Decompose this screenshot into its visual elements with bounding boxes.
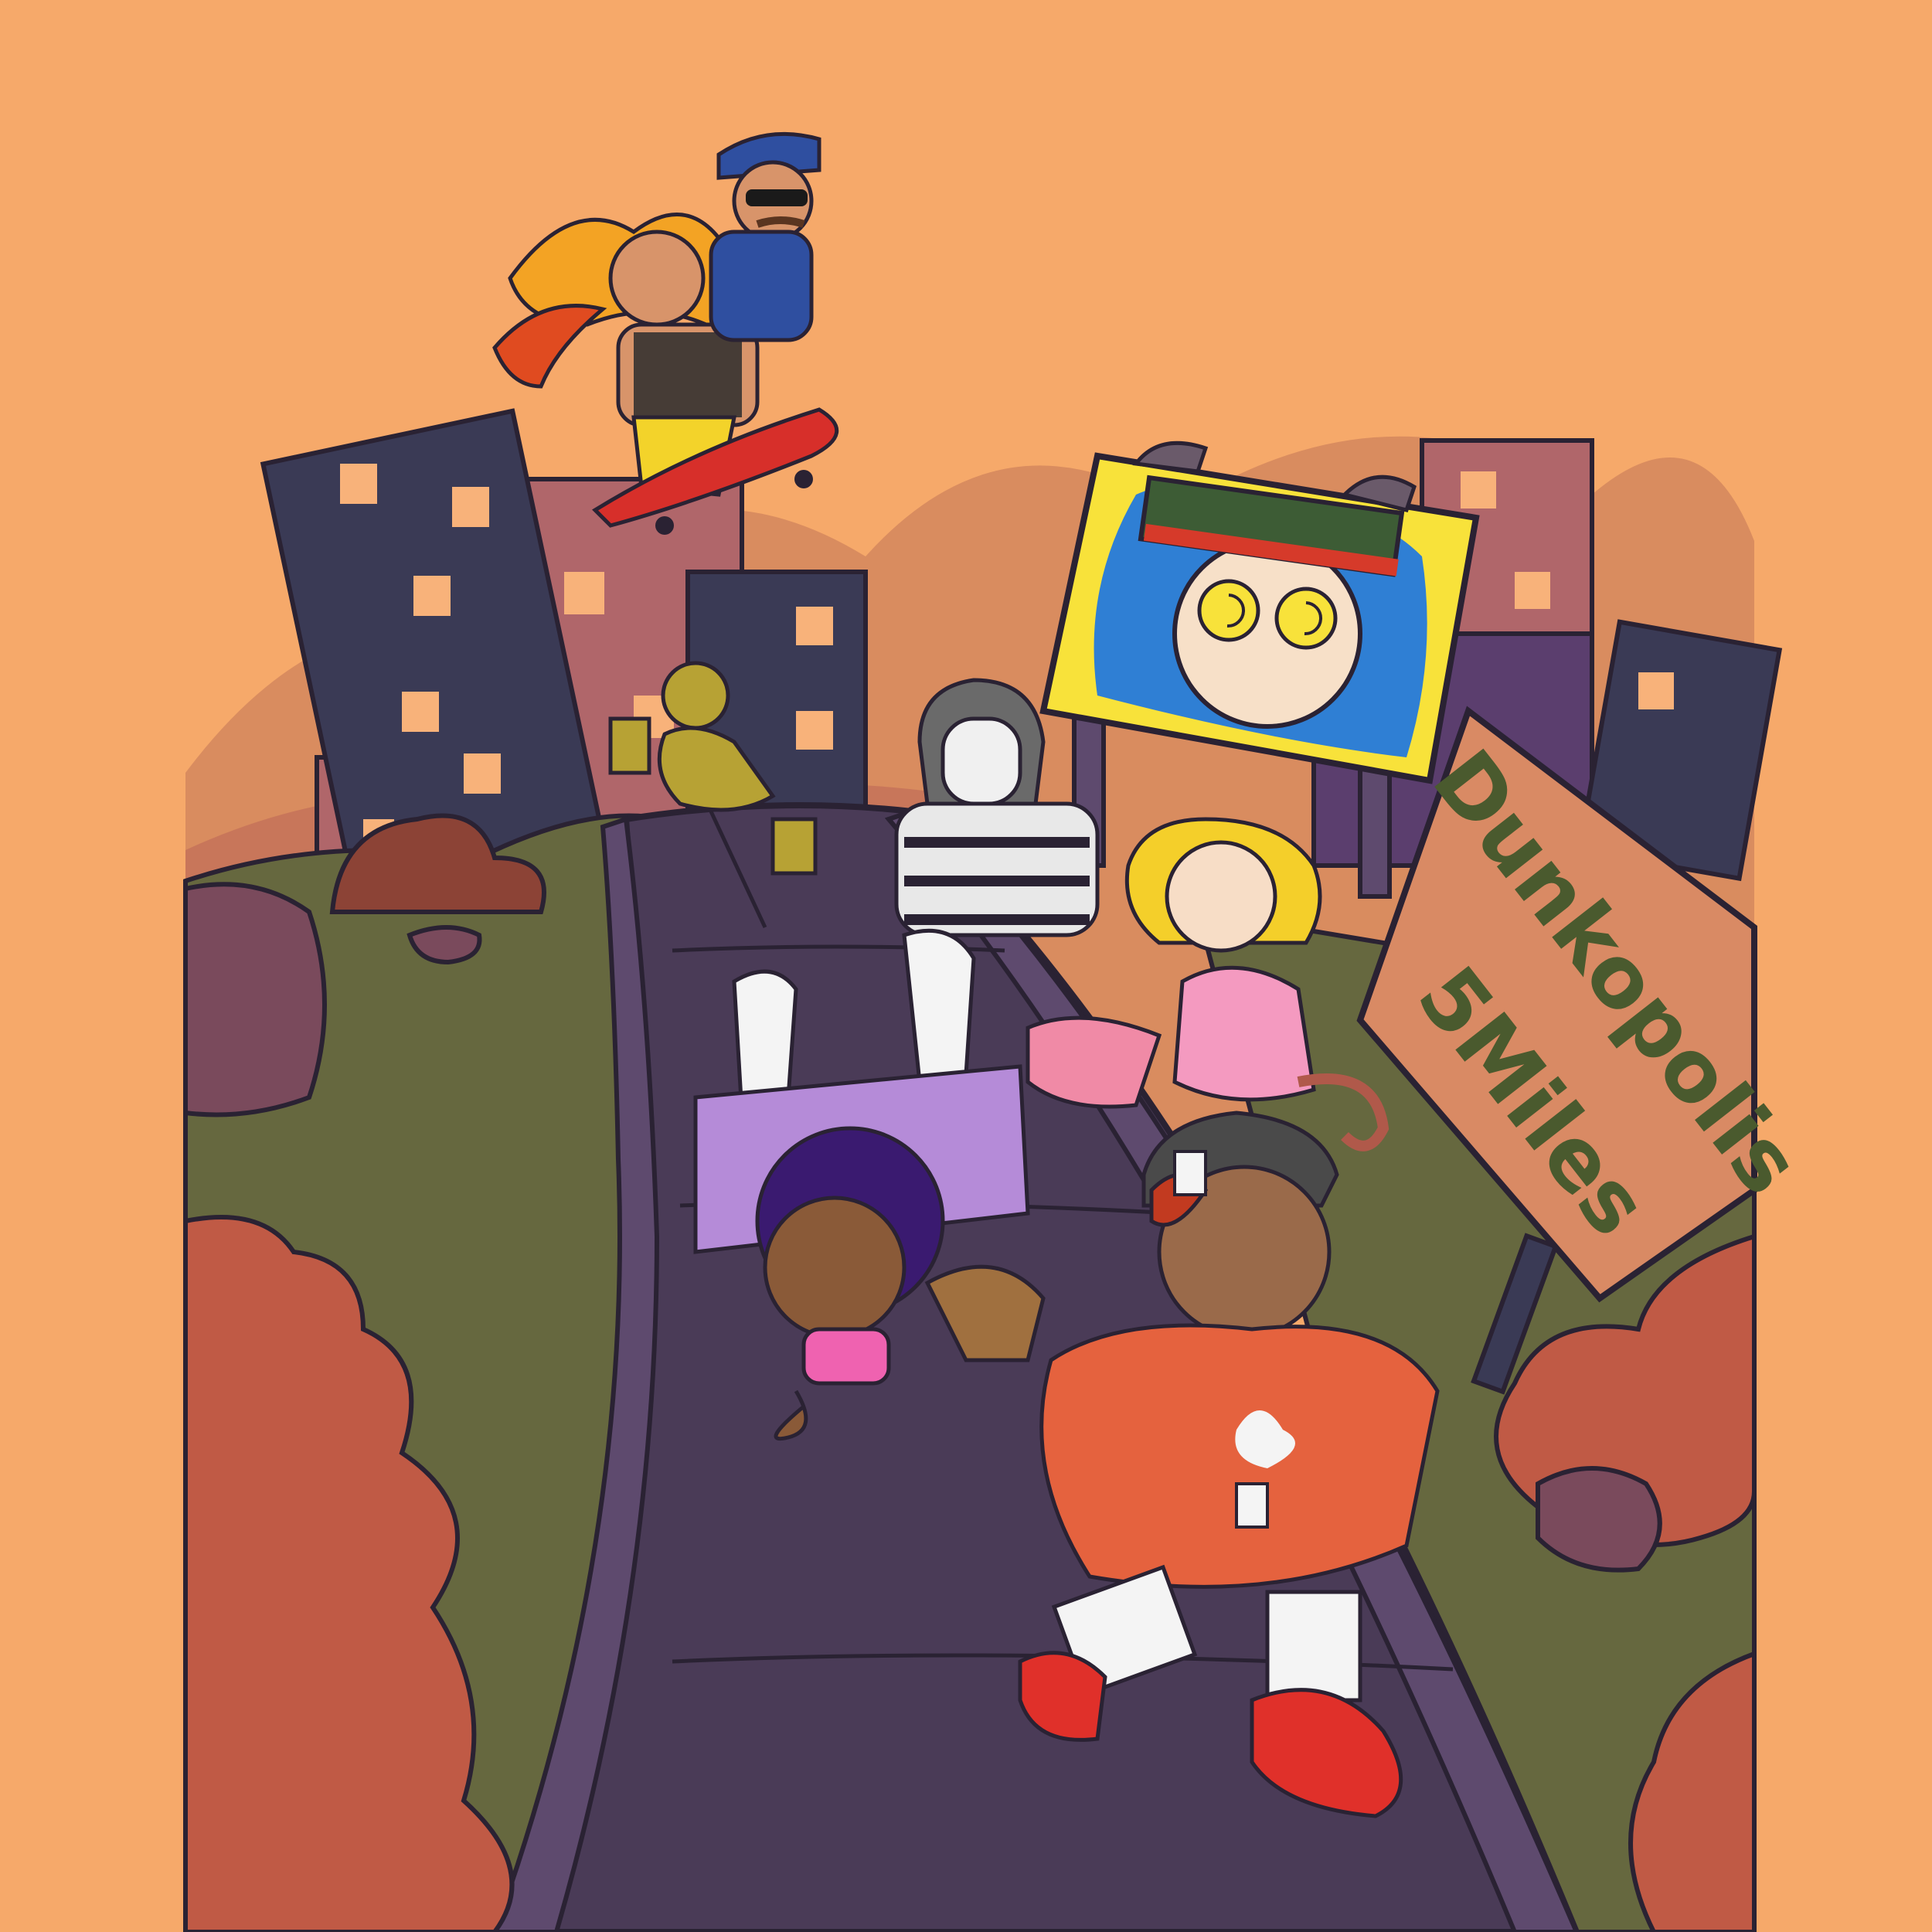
police-officer-character	[709, 131, 821, 342]
illustration-scene: Dunkopolis 5Miles	[0, 0, 1932, 1932]
